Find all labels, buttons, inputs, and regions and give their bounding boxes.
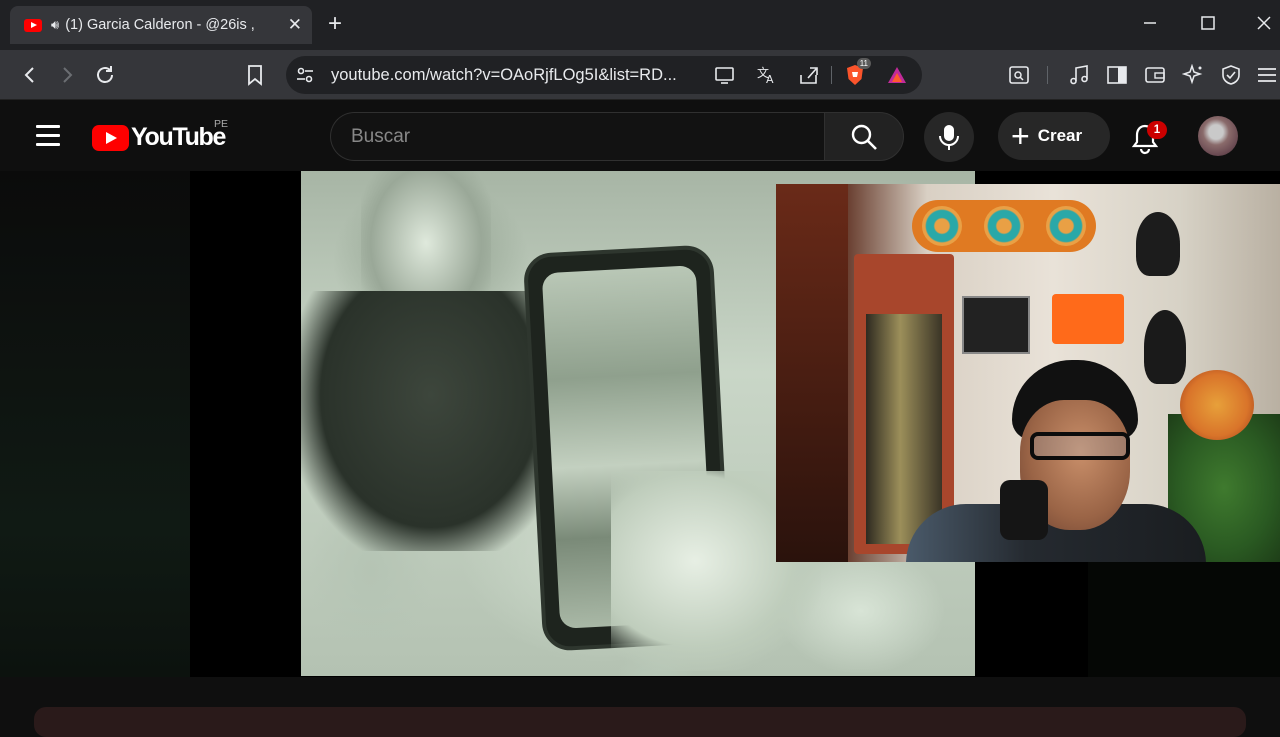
youtube-logo[interactable]: YouTube PE <box>92 118 228 152</box>
search-icon <box>851 124 877 150</box>
brave-rewards-icon[interactable] <box>884 62 910 88</box>
leo-ai-icon[interactable] <box>1180 62 1206 88</box>
search-button[interactable] <box>824 112 904 161</box>
player-background <box>1088 560 1280 677</box>
music-icon[interactable] <box>1066 62 1092 88</box>
browser-tab-active[interactable]: 🔊︎ (1) Garcia Calderon - @26is , ✕ <box>10 6 312 44</box>
account-avatar[interactable] <box>1198 116 1238 156</box>
site-settings-icon[interactable] <box>292 62 318 88</box>
bookmark-icon[interactable] <box>242 62 268 88</box>
address-url: youtube.com/watch?v=OAoRjfLOg5I&list=RD.… <box>331 66 677 84</box>
guide-menu-icon[interactable] <box>36 125 60 147</box>
country-code: PE <box>214 118 229 130</box>
address-bar[interactable]: youtube.com/watch?v=OAoRjfLOg5I&list=RD.… <box>286 56 922 94</box>
forward-button[interactable] <box>54 62 80 88</box>
notifications-button[interactable]: 1 <box>1130 119 1167 155</box>
player-background <box>0 171 190 677</box>
speaker-icon[interactable]: 🔊︎ <box>51 17 59 33</box>
create-label: Crear <box>1037 126 1083 145</box>
close-tab-icon[interactable]: ✕ <box>288 15 302 35</box>
share-icon[interactable] <box>796 62 822 88</box>
sidebar-icon[interactable] <box>1104 62 1130 88</box>
tab-title: (1) Garcia Calderon - @26is , <box>65 17 255 33</box>
maximize-window-button[interactable] <box>1200 12 1216 38</box>
below-player <box>0 677 1280 737</box>
back-button[interactable] <box>17 62 43 88</box>
notification-count-badge: 1 <box>1147 121 1167 139</box>
reload-button[interactable] <box>92 62 118 88</box>
brave-shields-count: 11 <box>856 58 871 69</box>
youtube-play-icon <box>92 124 129 151</box>
browser-menu-icon[interactable] <box>1254 62 1280 88</box>
vpn-shield-icon[interactable] <box>1218 62 1244 88</box>
wallet-icon[interactable] <box>1142 62 1168 88</box>
brave-shields-icon[interactable]: 11 <box>842 58 871 88</box>
close-window-button[interactable] <box>1256 12 1272 38</box>
translate-icon[interactable]: 文A <box>754 62 780 88</box>
youtube-masthead: YouTube PE Buscar + Crear 1 <box>0 101 1280 171</box>
divider <box>1047 66 1048 84</box>
browser-tab-strip: 🔊︎ (1) Garcia Calderon - @26is , ✕ + <box>0 0 1280 50</box>
webcam-overlay <box>776 184 1280 562</box>
cast-icon[interactable] <box>712 62 738 88</box>
divider <box>831 66 832 84</box>
new-tab-button[interactable]: + <box>328 11 342 37</box>
browser-toolbar: youtube.com/watch?v=OAoRjfLOg5I&list=RD.… <box>0 50 1280 100</box>
minimize-window-button[interactable] <box>1142 12 1158 38</box>
info-card <box>34 707 1246 737</box>
youtube-favicon-icon <box>24 18 42 32</box>
voice-search-button[interactable] <box>924 112 974 162</box>
youtube-logo-text: YouTube <box>131 123 226 151</box>
search-input[interactable]: Buscar <box>330 112 824 161</box>
plus-icon: + <box>1011 118 1030 154</box>
microphone-icon <box>939 125 959 150</box>
search-placeholder: Buscar <box>351 126 411 147</box>
video-content <box>301 291 561 551</box>
tab-search-icon[interactable] <box>1006 62 1032 88</box>
svg-text:A: A <box>766 73 774 85</box>
create-button[interactable]: + Crear <box>998 112 1110 160</box>
